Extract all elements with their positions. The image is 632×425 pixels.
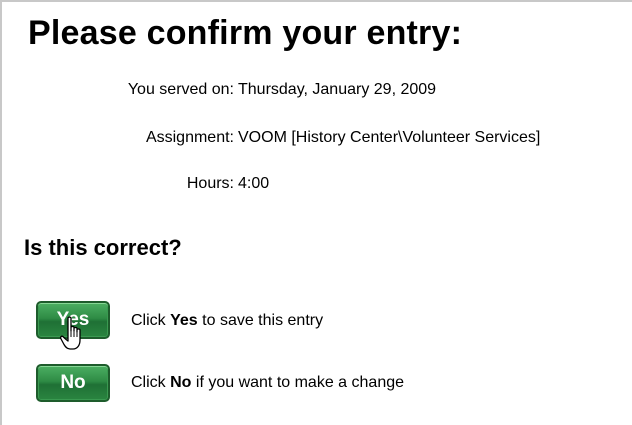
no-hint-prefix: Click — [131, 374, 171, 391]
yes-hint-keyword: Yes — [170, 312, 198, 329]
served-on-value: Thursday, January 29, 2009 — [238, 81, 437, 98]
assignment-value: VOOM [History Center\Volunteer Services] — [238, 129, 541, 146]
no-hint-suffix: if you want to make a change — [191, 374, 405, 391]
confirm-question: Is this correct? — [24, 235, 182, 260]
served-on-label: You served on: — [127, 81, 234, 98]
assignment-label: Assignment: — [145, 129, 234, 146]
confirm-panel: Please confirm your entry: You served on… — [0, 0, 632, 425]
hand-pointer-icon — [59, 316, 81, 350]
hours-row: Hours: 4:00 — [2, 175, 269, 193]
served-on-row: You served on: Thursday, January 29, 2009 — [2, 81, 436, 99]
yes-hint-suffix: to save this entry — [197, 312, 324, 329]
no-hint-keyword: No — [170, 374, 192, 391]
no-button[interactable]: No — [36, 364, 110, 402]
hours-label: Hours: — [186, 175, 234, 192]
yes-hint: Click Yes to save this entry — [131, 312, 323, 330]
assignment-row: Assignment: VOOM [History Center\Voluntee… — [2, 129, 540, 147]
page-title: Please confirm your entry: — [28, 14, 463, 52]
hours-value: 4:00 — [238, 175, 270, 192]
yes-hint-prefix: Click — [131, 312, 171, 329]
no-hint: Click No if you want to make a change — [131, 374, 404, 392]
